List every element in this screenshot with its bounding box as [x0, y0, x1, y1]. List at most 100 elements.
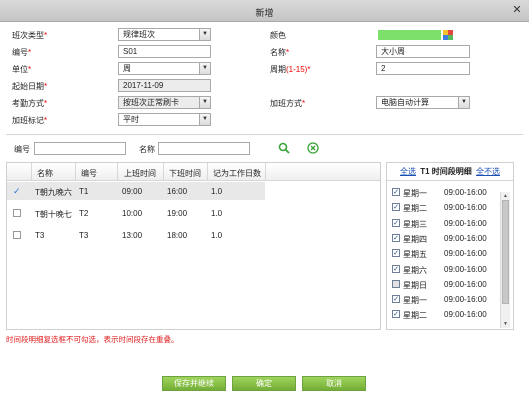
section-divider [6, 134, 523, 135]
table-row[interactable]: T3 T3 13:00 18:00 1.0 [7, 226, 265, 244]
detail-row[interactable]: ✓ 星期五 09:00-16:00 [392, 247, 502, 260]
scroll-down-icon[interactable]: ▼ [501, 320, 510, 328]
detail-row[interactable]: 星期日 09:00-16:00 [392, 278, 502, 291]
search-name-label: 名称 [139, 145, 155, 154]
row-start: 10:00 [122, 209, 143, 218]
detail-day: 星期一 [403, 189, 427, 198]
column-header-start: 上班时间 [124, 169, 156, 178]
table-header: 名称 编号 上班时间 下班时间 记为工作日数 [7, 163, 380, 181]
code-label: 编号* [12, 48, 32, 57]
detail-title: T1 时间段明细 [420, 167, 472, 176]
detail-row[interactable]: ✓ 星期四 09:00-16:00 [392, 232, 502, 245]
chevron-down-icon[interactable]: ▼ [199, 97, 210, 108]
code-field[interactable]: S01 [118, 45, 211, 58]
detail-row[interactable]: ✓ 星期六 09:00-16:00 [392, 263, 502, 276]
detail-header: 全选 T1 时间段明细 全不选 [387, 163, 513, 181]
period-label: 周期(1-15)* [270, 65, 311, 74]
detail-checkbox[interactable] [392, 279, 400, 288]
row-workdays: 1.0 [211, 209, 223, 218]
detail-time: 09:00-16:00 [444, 188, 487, 197]
shift-type-label: 班次类型* [12, 31, 48, 40]
close-icon[interactable]: ✕ [511, 4, 523, 16]
color-label: 颜色 [270, 31, 286, 40]
table-row[interactable]: ✓ T朝九晚六 T1 09:00 16:00 1.0 [7, 182, 265, 200]
detail-checkbox[interactable]: ✓ [392, 218, 400, 227]
attendance-mode-select[interactable]: 按班次正常刷卡 ▼ [118, 96, 211, 109]
detail-checkbox[interactable]: ✓ [392, 233, 400, 242]
overtime-flag-select[interactable]: 平时 ▼ [118, 113, 211, 126]
column-header-workdays: 记为工作日数 [213, 169, 261, 178]
column-header-end: 下班时间 [169, 169, 201, 178]
detail-checkbox[interactable]: ✓ [392, 295, 400, 304]
row-code: T3 [79, 231, 89, 240]
detail-checkbox[interactable]: ✓ [392, 310, 400, 319]
clear-icon[interactable] [307, 142, 319, 154]
search-code-input[interactable] [34, 142, 126, 155]
detail-row[interactable]: ✓ 星期三 09:00-16:00 [392, 217, 502, 230]
select-all-link[interactable]: 全选 [400, 167, 416, 176]
overtime-mode-select[interactable]: 电脑自动计算 ▼ [376, 96, 470, 109]
detail-row[interactable]: ✓ 星期一 09:00-16:00 [392, 293, 502, 306]
start-date-field: 2017-11-09 [118, 79, 211, 92]
detail-checkbox[interactable]: ✓ [392, 188, 400, 196]
check-icon[interactable]: ✓ [13, 187, 21, 196]
shift-type-select[interactable]: 规律班次 ▼ [118, 28, 211, 41]
detail-day: 星期三 [403, 219, 427, 229]
overtime-flag-label: 加班标记* [12, 116, 48, 125]
cancel-button[interactable]: 取消 [302, 376, 366, 391]
detail-day: 星期二 [403, 311, 427, 321]
detail-checkbox[interactable]: ✓ [392, 249, 400, 258]
ok-button[interactable]: 确定 [232, 376, 296, 391]
unit-label: 单位* [12, 65, 32, 74]
detail-time: 09:00-16:00 [444, 249, 487, 259]
detail-checkbox[interactable]: ✓ [392, 264, 400, 273]
detail-row[interactable]: ✓ 星期二 09:00-16:00 [392, 308, 502, 321]
scroll-up-icon[interactable]: ▲ [501, 192, 510, 200]
search-code-label: 编号 [14, 145, 30, 154]
detail-day: 星期一 [403, 296, 427, 306]
search-icon[interactable] [278, 142, 290, 154]
attendance-mode-label: 考勤方式* [12, 99, 48, 108]
detail-time: 09:00-16:00 [444, 279, 487, 289]
row-end: 16:00 [167, 187, 188, 196]
detail-checkbox[interactable]: ✓ [392, 203, 400, 212]
start-date-label: 起始日期* [12, 82, 48, 91]
save-continue-button[interactable]: 保存并继续 [162, 376, 226, 391]
unit-select[interactable]: 周 ▼ [118, 62, 211, 75]
detail-time: 09:00-16:00 [444, 218, 487, 228]
overlap-warning: 时间段明细复选框不可勾选，表示时间段存在重叠。 [6, 335, 179, 344]
chevron-down-icon[interactable]: ▼ [458, 97, 469, 108]
chevron-down-icon[interactable]: ▼ [199, 63, 210, 74]
row-name: T朝九晚六 [35, 188, 72, 197]
detail-time: 09:00-16:00 [444, 295, 487, 305]
row-checkbox[interactable] [13, 209, 21, 217]
row-workdays: 1.0 [211, 187, 223, 196]
dialog-titlebar: 新增 ✕ [0, 0, 529, 22]
dialog-title: 新增 [255, 8, 274, 18]
detail-day: 星期日 [403, 280, 427, 290]
row-start: 09:00 [122, 187, 143, 196]
detail-row[interactable]: ✓ 星期一 09:00-16:00 [392, 186, 502, 199]
column-header-code: 编号 [81, 169, 97, 178]
color-swatch[interactable] [378, 30, 441, 40]
scrollbar-thumb[interactable] [502, 200, 509, 304]
detail-time: 09:00-16:00 [444, 310, 487, 320]
row-code: T2 [79, 209, 89, 218]
detail-day: 星期六 [403, 265, 427, 275]
search-name-input[interactable] [158, 142, 250, 155]
detail-time: 09:00-16:00 [444, 203, 487, 213]
period-field[interactable]: 2 [376, 62, 470, 75]
detail-scrollbar[interactable]: ▲ ▼ [500, 192, 510, 328]
chevron-down-icon[interactable]: ▼ [199, 114, 210, 125]
select-none-link[interactable]: 全不选 [476, 167, 500, 176]
name-field[interactable]: 大小周 [376, 45, 470, 58]
row-name: T朝十晚七 [35, 210, 72, 219]
detail-time: 09:00-16:00 [444, 264, 487, 274]
table-row[interactable]: T朝十晚七 T2 10:00 19:00 1.0 [7, 204, 265, 222]
color-picker-icon[interactable] [443, 30, 453, 40]
chevron-down-icon[interactable]: ▼ [199, 29, 210, 40]
name-label: 名称* [270, 48, 290, 57]
column-header-name: 名称 [37, 169, 53, 178]
detail-row[interactable]: ✓ 星期二 09:00-16:00 [392, 201, 502, 214]
row-checkbox[interactable] [13, 231, 21, 239]
